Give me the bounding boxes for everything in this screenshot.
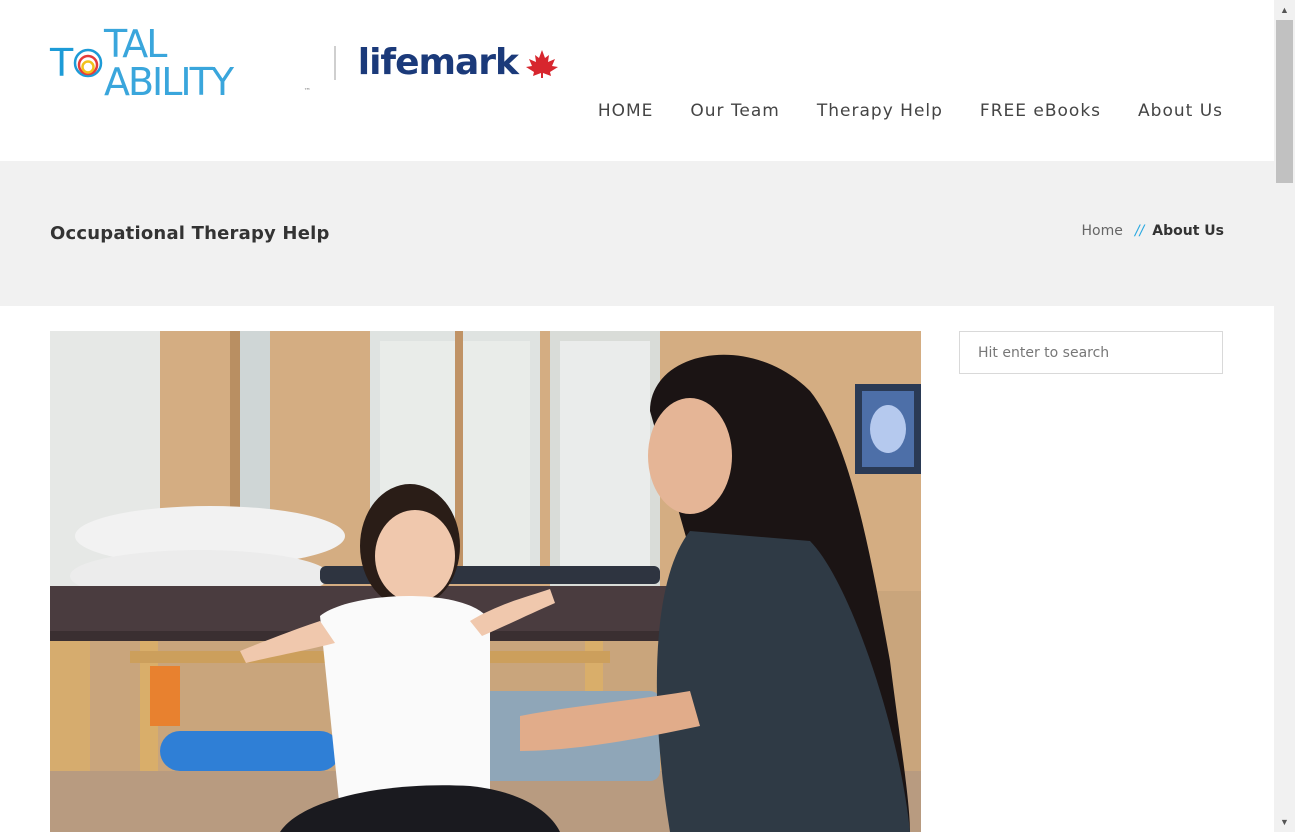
hero-photo — [50, 331, 921, 832]
nav-item-therapy-help[interactable]: Therapy Help — [817, 101, 943, 121]
concentric-rings-icon — [73, 47, 103, 79]
logo-letter: T — [50, 41, 73, 85]
page-title-bar: Occupational Therapy Help Home // About … — [0, 161, 1274, 306]
search-input[interactable] — [960, 332, 1222, 373]
breadcrumb: Home // About Us — [1082, 223, 1225, 239]
nav-item-our-team[interactable]: Our Team — [690, 101, 779, 121]
main-nav: HOME Our Team Therapy Help FREE eBooks A… — [561, 101, 1223, 121]
lifemark-logo: lifemark — [357, 42, 519, 83]
maple-leaf-icon — [524, 48, 560, 83]
page: T TAL ABILITY ™ lifemark HOME Our Team T… — [0, 0, 1274, 832]
nav-item-free-ebooks[interactable]: FREE eBooks — [980, 101, 1101, 121]
sidebar-search-box — [959, 331, 1223, 374]
scrollbar-thumb[interactable] — [1276, 20, 1293, 183]
total-ability-logo: T TAL ABILITY ™ — [50, 22, 311, 104]
vertical-scrollbar[interactable]: ▲ ▼ — [1274, 0, 1295, 832]
breadcrumb-current: About Us — [1152, 223, 1224, 239]
nav-item-about-us[interactable]: About Us — [1138, 101, 1223, 121]
breadcrumb-separator: // — [1134, 223, 1145, 239]
chevron-down-icon[interactable]: ▼ — [1274, 812, 1295, 832]
site-logo[interactable]: T TAL ABILITY ™ lifemark — [50, 25, 560, 101]
breadcrumb-home-link[interactable]: Home — [1082, 223, 1123, 239]
trademark-mark: ™ — [303, 87, 311, 95]
logo-divider — [333, 46, 336, 80]
nav-item-home[interactable]: HOME — [598, 101, 654, 121]
page-title: Occupational Therapy Help — [50, 223, 330, 244]
site-header: T TAL ABILITY ™ lifemark HOME Our Team T… — [0, 0, 1274, 161]
chevron-up-icon[interactable]: ▲ — [1274, 0, 1295, 20]
logo-wordmark: TAL ABILITY — [103, 22, 234, 104]
